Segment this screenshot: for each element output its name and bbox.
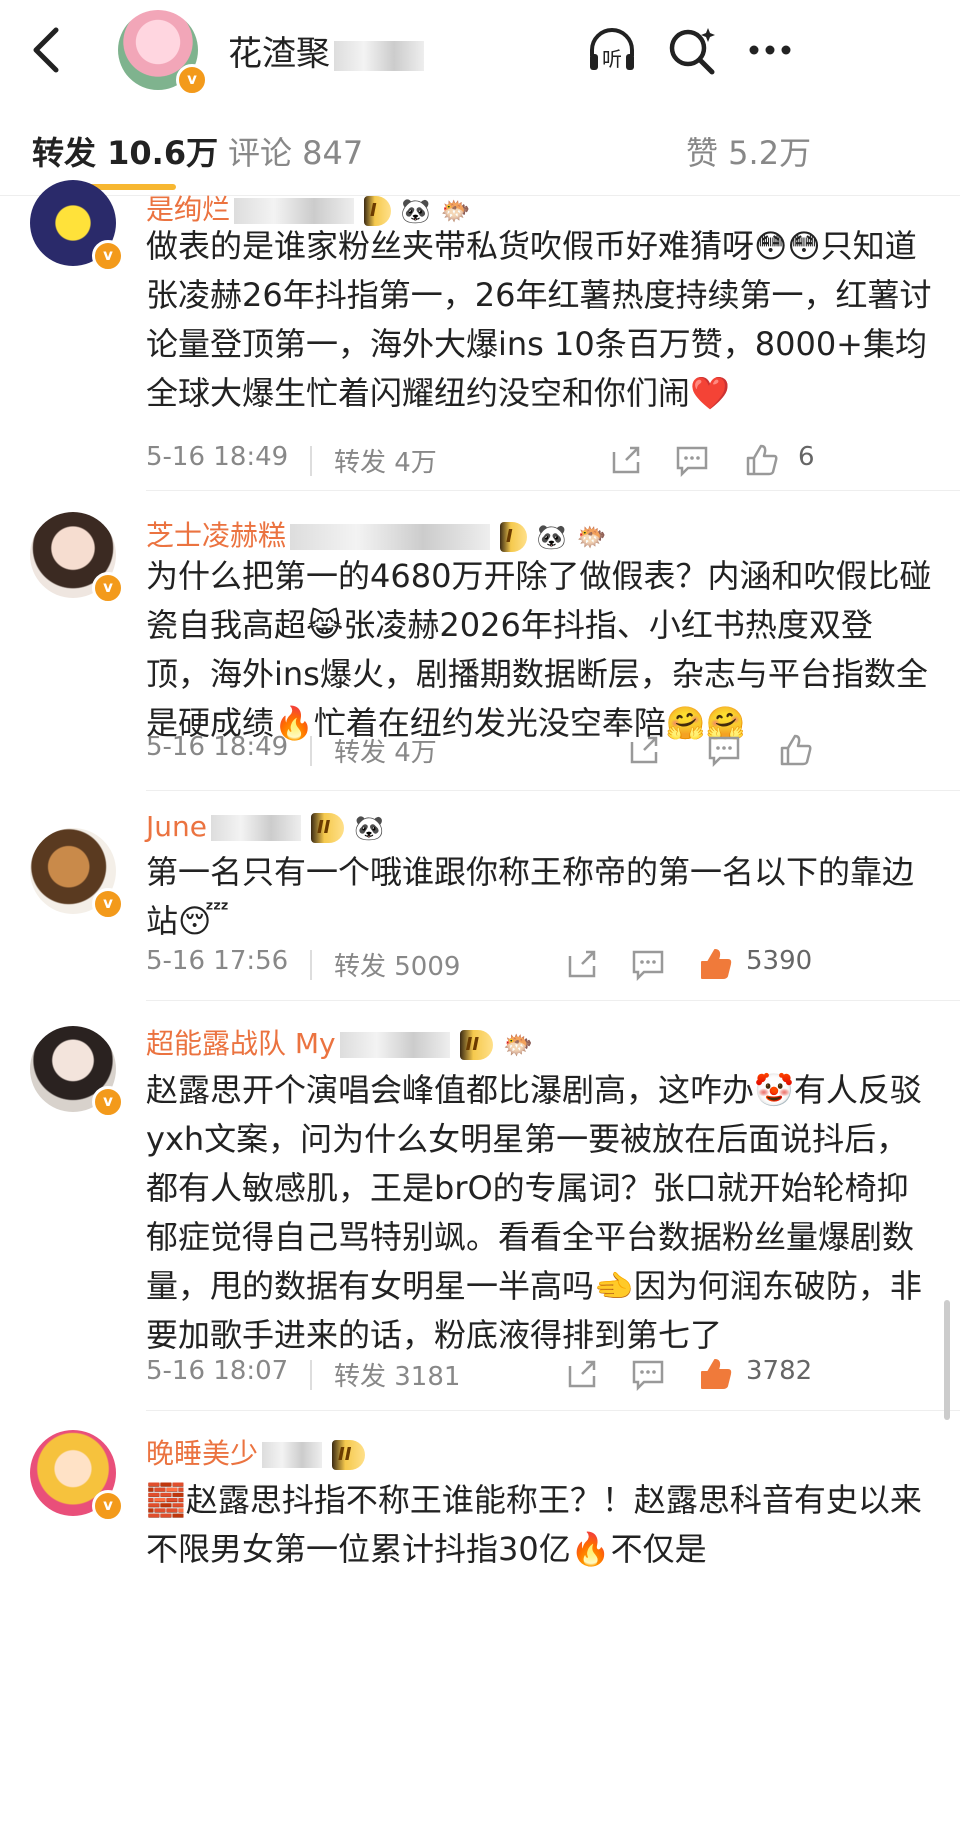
repost-count: 转发 4万 [334, 448, 437, 478]
verified-badge-icon: v [92, 572, 124, 604]
listen-label: 听 [602, 47, 622, 71]
comment-author-name: 超能露战队 My [146, 1027, 336, 1060]
divider [146, 1000, 960, 1001]
comment-time: 5-16 18:49 [146, 732, 289, 762]
comment-icon[interactable] [706, 732, 742, 768]
page-title-text: 花渣聚 [228, 34, 330, 74]
comment-author[interactable]: 芝士凌赫糕 I 🐼 🐡 [146, 514, 607, 554]
comment-time: 5-16 17:56 [146, 946, 289, 976]
comment-time: 5-16 18:49 [146, 442, 289, 472]
like-icon-active[interactable] [698, 946, 734, 982]
comment-text: 做表的是谁家粉丝夹带私货吹假币好难猜呀😳😳只知道张凌赫26年抖指第一，26年红薯… [146, 227, 932, 412]
comment-author[interactable]: 超能露战队 My II 🐡 [146, 1022, 533, 1062]
comment-author[interactable]: 晚睡美少 II [146, 1432, 366, 1472]
avatar[interactable]: v [30, 828, 124, 920]
top-bar: v 花渣聚 听 [0, 0, 960, 100]
verified-badge-icon: v [92, 1490, 124, 1522]
tab-comments[interactable]: 评论 847 [228, 128, 363, 174]
redaction-blur [262, 1442, 323, 1468]
fish-icon: 🐡 [503, 1031, 533, 1059]
divider [0, 195, 960, 196]
more-icon[interactable] [742, 22, 798, 78]
fish-icon: 🐡 [576, 523, 607, 551]
comment-icon[interactable] [630, 1356, 666, 1392]
fan-level-badge: II [310, 813, 345, 843]
redaction-blur [234, 198, 355, 224]
comment-text: 为什么把第一的4680万开除了做假表？内涵和吹假比碰瓷自我高超😹张凌赫2026年… [146, 557, 932, 742]
comment-author-name: 芝士凌赫糕 [146, 519, 287, 552]
avatar[interactable]: v [30, 1430, 124, 1522]
redaction-blur [334, 40, 424, 71]
like-count: 5390 [746, 946, 813, 976]
headphone-icon[interactable]: 听 [584, 22, 640, 78]
comment-meta: 5-16 17:56 转发 5009 5390 [146, 946, 936, 986]
avatar[interactable]: v [30, 1026, 124, 1118]
repost-count: 转发 4万 [334, 738, 437, 768]
divider [146, 790, 960, 791]
repost-count: 转发 3181 [334, 1362, 461, 1392]
share-icon[interactable] [564, 946, 600, 982]
comment-meta: 5-16 18:07 转发 3181 3782 [146, 1356, 936, 1396]
like-count: 3782 [746, 1356, 813, 1386]
verified-badge-icon: v [92, 240, 124, 272]
verified-badge-icon: v [176, 64, 208, 96]
panda-icon: 🐼 [354, 814, 385, 842]
search-icon[interactable] [664, 22, 720, 78]
comment-meta: 5-16 18:49 转发 4万 [146, 732, 936, 772]
back-arrow-icon[interactable] [28, 22, 68, 78]
verified-badge-icon: v [92, 1086, 124, 1118]
repost-count: 转发 5009 [334, 952, 461, 982]
tab-likes[interactable]: 赞 5.2万 [686, 128, 811, 174]
comment-icon[interactable] [630, 946, 666, 982]
comment-meta: 5-16 18:49 转发 4万 6 [146, 442, 936, 482]
comment-text: 🧱赵露思抖指不称王谁能称王？！赵露思科音有史以来不限男女第一位累计抖指30亿🔥不… [146, 1481, 922, 1568]
divider [146, 1410, 960, 1411]
divider [146, 490, 960, 491]
scrollbar[interactable] [944, 1300, 950, 1420]
verified-badge-icon: v [92, 888, 124, 920]
avatar[interactable]: v [30, 512, 124, 604]
comment-text: 第一名只有一个哦谁跟你称王称帝的第一名以下的靠边站😴 [146, 853, 915, 940]
like-icon[interactable] [778, 732, 814, 768]
share-icon[interactable] [626, 732, 662, 768]
avatar[interactable]: v [30, 180, 124, 272]
like-count: 6 [798, 442, 815, 472]
redaction-blur [290, 524, 491, 550]
comment-author-name: 晚睡美少 [146, 1437, 259, 1470]
page-title: 花渣聚 [228, 26, 424, 75]
redaction-blur [210, 815, 301, 841]
comment-time: 5-16 18:07 [146, 1356, 289, 1386]
tab-bar: 转发 10.6万 评论 847 赞 5.2万 [0, 100, 960, 196]
like-icon-active[interactable] [698, 1356, 734, 1392]
share-icon[interactable] [564, 1356, 600, 1392]
separator [310, 1360, 312, 1390]
separator [310, 950, 312, 980]
comment-text: 赵露思开个演唱会峰值都比瀑剧高，这咋办🤡有人反驳yxh文案，问为什么女明星第一要… [146, 1071, 922, 1354]
comment-author[interactable]: June II 🐼 [146, 810, 384, 843]
comment-icon[interactable] [674, 442, 710, 478]
tab-repost[interactable]: 转发 10.6万 [32, 128, 218, 174]
like-icon[interactable] [744, 442, 780, 478]
fan-level-badge: II [332, 1440, 366, 1470]
share-icon[interactable] [608, 442, 644, 478]
fan-level-badge: II [459, 1030, 494, 1060]
panda-icon: 🐼 [536, 523, 567, 551]
comment-author-name: June [146, 810, 207, 843]
separator [310, 736, 312, 766]
fan-level-badge: I [500, 522, 527, 552]
separator [310, 446, 312, 476]
redaction-blur [339, 1032, 450, 1058]
